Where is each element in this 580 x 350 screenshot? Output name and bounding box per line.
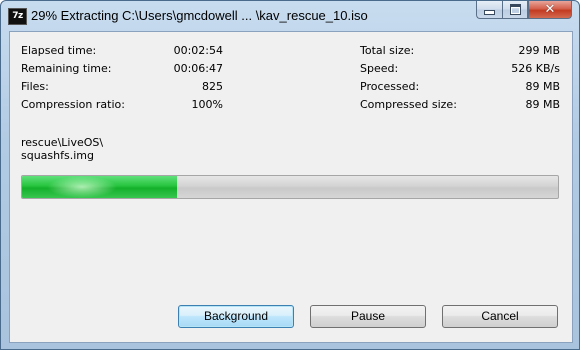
stat-value: 89 MB <box>525 98 560 111</box>
stat-value: 00:06:47 <box>173 62 223 75</box>
dialog-body: Elapsed time: 00:02:54 Remaining time: 0… <box>9 31 573 343</box>
maximize-icon <box>509 4 521 15</box>
window-title: 29% Extracting C:\Users\gmcdowell ... \k… <box>31 8 368 23</box>
progress-shine <box>47 176 117 198</box>
stat-value: 89 MB <box>525 80 560 93</box>
stat-value: 526 KB/s <box>511 62 560 75</box>
caption-buttons: ✕ <box>476 1 572 20</box>
stat-label: Compression ratio: <box>21 98 125 111</box>
current-folder: rescue\LiveOS\ <box>21 136 104 149</box>
stat-label: Speed: <box>360 62 399 75</box>
close-icon: ✕ <box>544 2 556 17</box>
stat-label: Elapsed time: <box>21 44 97 57</box>
stat-label: Total size: <box>360 44 415 57</box>
cancel-button[interactable]: Cancel <box>442 305 558 328</box>
maximize-button[interactable] <box>502 1 528 19</box>
stat-label: Remaining time: <box>21 62 112 75</box>
background-button[interactable]: Background <box>178 305 294 328</box>
current-file-path: rescue\LiveOS\ squashfs.img <box>21 136 103 162</box>
stat-value: 299 MB <box>518 44 560 57</box>
close-button[interactable]: ✕ <box>528 1 572 19</box>
progress-bar <box>21 175 559 199</box>
stat-value: 00:02:54 <box>173 44 223 57</box>
stat-value: 100% <box>191 98 223 111</box>
extract-window: 7z 29% Extracting C:\Users\gmcdowell ...… <box>0 0 580 350</box>
progress-fill <box>22 176 178 198</box>
stat-label: Files: <box>21 80 49 93</box>
stat-label: Compressed size: <box>360 98 457 111</box>
7zip-app-icon[interactable]: 7z <box>8 8 27 25</box>
minimize-icon <box>484 10 495 15</box>
pause-button[interactable]: Pause <box>310 305 426 328</box>
title-bar[interactable]: 7z 29% Extracting C:\Users\gmcdowell ...… <box>1 1 579 31</box>
stat-value: 825 <box>202 80 223 93</box>
stat-label: Processed: <box>360 80 420 93</box>
minimize-button[interactable] <box>476 1 502 19</box>
current-filename: squashfs.img <box>21 149 94 162</box>
